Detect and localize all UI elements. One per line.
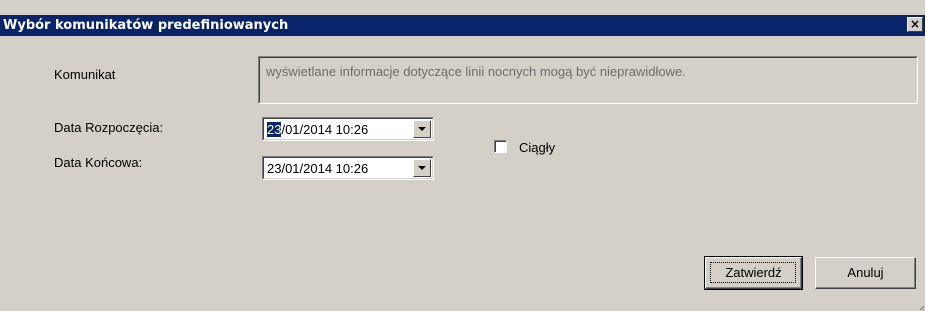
chevron-down-icon[interactable]: [413, 120, 431, 138]
message-field[interactable]: wyświetlane informacje dotyczące linii n…: [258, 56, 918, 104]
chevron-down-icon[interactable]: [413, 159, 431, 177]
start-date-day-selected: 23: [267, 122, 282, 137]
continuous-checkbox[interactable]: [494, 140, 507, 153]
message-label: Komunikat: [54, 67, 116, 82]
start-date-value: 23/01/2014 10:26: [267, 122, 368, 137]
end-date-label: Data Końcowa:: [54, 155, 143, 170]
confirm-button[interactable]: Zatwierdź: [704, 256, 803, 290]
cancel-button[interactable]: Anuluj: [815, 257, 916, 289]
window-title: Wybór komunikatów predefiniowanych: [3, 18, 289, 33]
start-date-picker[interactable]: 23/01/2014 10:26: [262, 117, 434, 141]
message-text: wyświetlane informacje dotyczące linii n…: [266, 64, 686, 79]
resize-grip-icon[interactable]: [917, 303, 925, 311]
end-date-value: 23/01/2014 10:26: [267, 161, 369, 176]
close-icon[interactable]: ×: [907, 17, 923, 32]
start-date-rest: /01/2014 10:26: [281, 122, 369, 137]
continuous-label[interactable]: Ciągły: [519, 140, 555, 155]
title-bar: Wybór komunikatów predefiniowanych ×: [0, 15, 925, 36]
end-date-picker[interactable]: 23/01/2014 10:26: [262, 156, 434, 180]
cancel-button-label: Anuluj: [847, 265, 884, 280]
start-date-label: Data Rozpoczęcia:: [54, 120, 164, 135]
